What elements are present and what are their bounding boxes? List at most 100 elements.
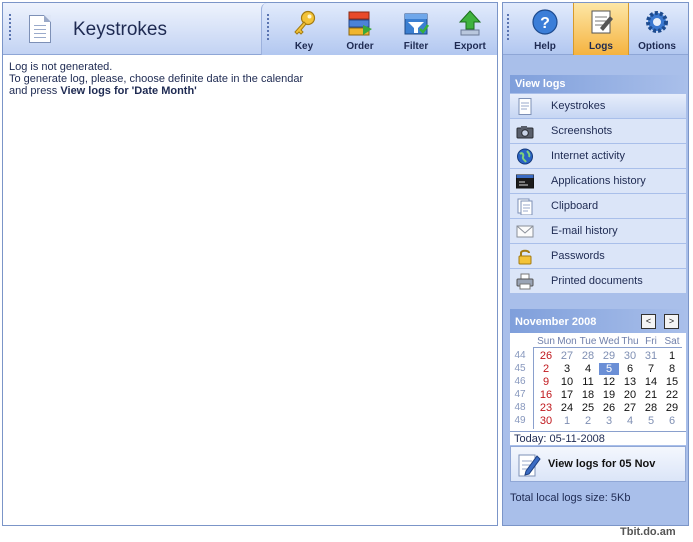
- view-logs-button[interactable]: View logs for 05 Nov: [510, 446, 686, 482]
- view-logs-item-label: Passwords: [551, 250, 605, 262]
- view-logs-item-printed-documents[interactable]: Printed documents: [510, 269, 686, 294]
- view-logs-item-label: Internet activity: [551, 150, 625, 162]
- envelope-icon: [516, 225, 534, 238]
- calendar-day[interactable]: 18: [578, 389, 598, 401]
- filter-button[interactable]: Filter: [388, 3, 444, 55]
- view-logs-item-label: E-mail history: [551, 225, 618, 237]
- calendar-day[interactable]: 31: [641, 350, 661, 362]
- log-viewer-panel: Keystrokes Key Order Filter Export Log i…: [2, 2, 498, 526]
- view-logs-item-clipboard[interactable]: Clipboard: [510, 194, 686, 219]
- calendar-day[interactable]: 10: [557, 376, 577, 388]
- calendar: November 2008 < > Sun Mon Tue Wed Thu Fri Sat 4…: [510, 309, 686, 445]
- calendar-day[interactable]: 12: [599, 376, 619, 388]
- calendar-day[interactable]: 30: [620, 350, 640, 362]
- calendar-day[interactable]: 3: [599, 415, 619, 427]
- view-logs-item-passwords[interactable]: Passwords: [510, 244, 686, 269]
- calendar-day[interactable]: 29: [662, 402, 682, 414]
- calendar-day[interactable]: 17: [557, 389, 577, 401]
- view-logs-item-applications-history[interactable]: Applications history: [510, 169, 686, 194]
- calendar-weekday: Thu: [621, 336, 639, 347]
- view-logs-item-email-history[interactable]: E-mail history: [510, 219, 686, 244]
- log-message-text: and press: [9, 85, 61, 97]
- filter-button-label: Filter: [403, 41, 429, 52]
- calendar-day[interactable]: 29: [599, 350, 619, 362]
- page-title: Keystrokes: [73, 19, 167, 40]
- view-logs-item-keystrokes[interactable]: Keystrokes: [510, 94, 686, 119]
- calendar-day[interactable]: 16: [536, 389, 556, 401]
- calendar-day[interactable]: 4: [578, 363, 598, 375]
- document-icon: [29, 15, 51, 43]
- calendar-week-number: 47: [514, 389, 526, 400]
- calendar-day[interactable]: 5: [641, 415, 661, 427]
- main-toolbar: Key Order Filter Export: [261, 3, 497, 55]
- calendar-divider: [533, 347, 534, 429]
- calendar-day[interactable]: 6: [620, 363, 640, 375]
- calendar-prev-button[interactable]: <: [641, 314, 656, 329]
- calendar-day[interactable]: 26: [536, 350, 556, 362]
- watermark: Tbit.do.am: [620, 526, 676, 538]
- calendar-week-number: 49: [514, 415, 526, 426]
- toolbar-grip-icon[interactable]: [507, 14, 509, 40]
- padlock-icon: [518, 249, 532, 265]
- calendar-day[interactable]: 30: [536, 415, 556, 427]
- order-button[interactable]: Order: [332, 3, 388, 55]
- calendar-weekday: Wed: [599, 336, 620, 347]
- calendar-day[interactable]: 11: [578, 376, 598, 388]
- log-message-line: To generate log, please, choose definite…: [9, 73, 304, 85]
- calendar-day[interactable]: 7: [641, 363, 661, 375]
- globe-icon: [517, 148, 533, 165]
- options-button[interactable]: Options: [629, 3, 685, 55]
- calendar-day[interactable]: 15: [662, 376, 682, 388]
- calendar-day[interactable]: 6: [662, 415, 682, 427]
- calendar-next-button[interactable]: >: [664, 314, 679, 329]
- calendar-day[interactable]: 24: [557, 402, 577, 414]
- calendar-day[interactable]: 23: [536, 402, 556, 414]
- calendar-day[interactable]: 28: [578, 350, 598, 362]
- calendar-weekday: Sun: [537, 336, 555, 347]
- toolbar-grip-icon[interactable]: [267, 14, 269, 40]
- calendar-day[interactable]: 27: [620, 402, 640, 414]
- calendar-day[interactable]: 20: [620, 389, 640, 401]
- calendar-day[interactable]: 2: [578, 415, 598, 427]
- toolbar-grip-icon[interactable]: [9, 14, 11, 40]
- key-button[interactable]: Key: [276, 3, 332, 55]
- log-message-line: and press View logs for 'Date Month': [9, 85, 303, 97]
- calendar-divider: [510, 431, 686, 432]
- calendar-day[interactable]: 21: [641, 389, 661, 401]
- export-button-label: Export: [454, 41, 486, 52]
- calendar-weekday: Fri: [645, 336, 657, 347]
- calendar-day[interactable]: 27: [557, 350, 577, 362]
- calendar-day[interactable]: 19: [599, 389, 619, 401]
- log-message-line: Log is not generated.: [9, 61, 113, 73]
- total-logs-size: Total local logs size: 5Kb: [510, 492, 631, 504]
- calendar-day[interactable]: 1: [557, 415, 577, 427]
- calendar-day[interactable]: 2: [536, 363, 556, 375]
- calendar-day[interactable]: 3: [557, 363, 577, 375]
- key-button-label: Key: [294, 41, 314, 52]
- help-button[interactable]: ? Help: [517, 3, 573, 55]
- help-icon: ?: [532, 9, 558, 35]
- calendar-weekday: Tue: [579, 336, 597, 347]
- export-button[interactable]: Export: [442, 3, 498, 55]
- calendar-day[interactable]: 26: [599, 402, 619, 414]
- view-logs-item-screenshots[interactable]: Screenshots: [510, 119, 686, 144]
- calendar-month-title: November 2008: [515, 316, 597, 328]
- calendar-divider: [534, 347, 682, 348]
- calendar-day[interactable]: 1: [662, 350, 682, 362]
- application-window-icon: [516, 174, 534, 189]
- calendar-day[interactable]: 28: [641, 402, 661, 414]
- calendar-day[interactable]: 14: [641, 376, 661, 388]
- calendar-day[interactable]: 4: [620, 415, 640, 427]
- calendar-day[interactable]: 9: [536, 376, 556, 388]
- logs-button[interactable]: Logs: [573, 3, 629, 55]
- calendar-day[interactable]: 25: [578, 402, 598, 414]
- calendar-day[interactable]: 8: [662, 363, 682, 375]
- calendar-day[interactable]: 13: [620, 376, 640, 388]
- calendar-today-label[interactable]: Today: 05-11-2008: [514, 433, 605, 445]
- calendar-week-number: 45: [514, 363, 526, 374]
- view-logs-item-internet-activity[interactable]: Internet activity: [510, 144, 686, 169]
- log-header: Keystrokes Key Order Filter Export: [3, 3, 497, 55]
- calendar-day[interactable]: 22: [662, 389, 682, 401]
- calendar-day[interactable]: 5: [599, 363, 619, 375]
- help-button-label: Help: [534, 41, 556, 52]
